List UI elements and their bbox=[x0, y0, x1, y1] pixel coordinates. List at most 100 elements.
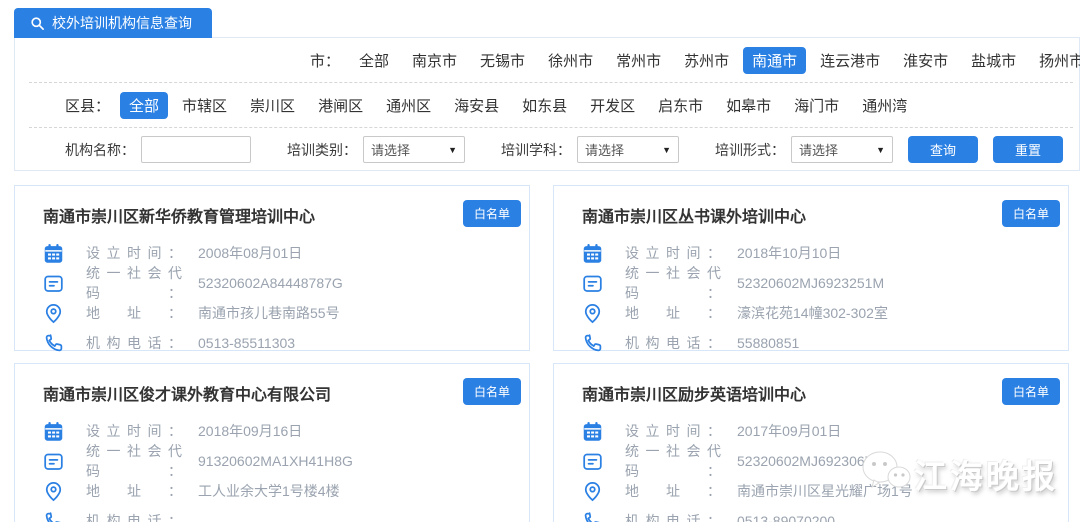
field-label: 地址： bbox=[625, 305, 721, 321]
city-label: 市： bbox=[310, 52, 341, 70]
address-field: 地址： 工人业余大学1号楼4楼 bbox=[43, 476, 521, 506]
district-option[interactable]: 通州湾 bbox=[853, 92, 916, 119]
calendar-icon bbox=[582, 243, 603, 264]
code-field: 统一社会代码： 91320602MA1XH41H8G bbox=[43, 443, 521, 479]
calendar-icon bbox=[582, 421, 603, 442]
institution-name-input[interactable] bbox=[141, 136, 251, 163]
address-value: 工人业余大学1号楼4楼 bbox=[198, 483, 340, 499]
phone-field: 机构电话： bbox=[43, 506, 521, 522]
phone-value: 0513-89070200 bbox=[737, 513, 836, 522]
institution-card: 南通市崇川区新华侨教育管理培训中心 白名单 设立时间： 2008年08月01日 … bbox=[14, 185, 530, 351]
field-label: 设立时间： bbox=[86, 245, 182, 261]
phone-field: 机构电话： 55880851 bbox=[582, 328, 1060, 358]
district-option[interactable]: 如东县 bbox=[513, 92, 576, 119]
district-option[interactable]: 崇川区 bbox=[241, 92, 304, 119]
id-card-icon bbox=[582, 451, 603, 472]
district-label: 区县： bbox=[65, 97, 111, 115]
whitelist-badge: 白名单 bbox=[462, 200, 521, 227]
code-field: 统一社会代码： 52320602MJ6923251M bbox=[582, 265, 1060, 301]
search-icon bbox=[30, 16, 45, 31]
city-option[interactable]: 连云港市 bbox=[811, 47, 889, 74]
phone-field: 机构电话： 0513-89070200 bbox=[582, 506, 1060, 522]
field-label: 设立时间： bbox=[625, 245, 721, 261]
reset-button[interactable]: 重置 bbox=[993, 136, 1063, 163]
mode-select[interactable]: 请选择 ▼ bbox=[791, 136, 893, 163]
field-label: 地址： bbox=[86, 305, 182, 321]
code-field: 统一社会代码： 52320602A84448787G bbox=[43, 265, 521, 301]
caret-down-icon: ▼ bbox=[662, 144, 671, 155]
subject-group: 培训学科： 请选择 ▼ bbox=[501, 136, 679, 163]
subject-label: 培训学科： bbox=[501, 141, 571, 158]
field-label: 机构电话： bbox=[625, 513, 721, 522]
field-label: 设立时间： bbox=[625, 423, 721, 439]
category-label: 培训类别： bbox=[287, 141, 357, 158]
city-option[interactable]: 常州市 bbox=[607, 47, 670, 74]
institution-title: 南通市崇川区丛书课外培训中心 bbox=[582, 209, 807, 226]
city-option[interactable]: 淮安市 bbox=[894, 47, 957, 74]
field-label: 统一社会代码： bbox=[625, 265, 721, 301]
address-field: 地址： 南通市孩儿巷南路55号 bbox=[43, 298, 521, 328]
results-grid: 南通市崇川区新华侨教育管理培训中心 白名单 设立时间： 2008年08月01日 … bbox=[14, 185, 1069, 522]
address-field: 地址： 南通市崇川区星光耀广场1号 bbox=[582, 476, 1060, 506]
city-option-selected[interactable]: 南通市 bbox=[743, 46, 807, 74]
caret-down-icon: ▼ bbox=[448, 144, 457, 155]
whitelist-badge: 白名单 bbox=[1001, 378, 1060, 405]
city-option[interactable]: 无锡市 bbox=[471, 47, 534, 74]
location-pin-icon bbox=[582, 481, 603, 502]
institution-card: 南通市崇川区俊才课外教育中心有限公司 白名单 设立时间： 2018年09月16日… bbox=[14, 363, 530, 522]
id-card-icon bbox=[582, 273, 603, 294]
city-option[interactable]: 徐州市 bbox=[539, 47, 602, 74]
whitelist-badge: 白名单 bbox=[462, 378, 521, 405]
district-option[interactable]: 如皋市 bbox=[717, 92, 780, 119]
city-option[interactable]: 南京市 bbox=[403, 47, 466, 74]
subject-selected-value: 请选择 bbox=[585, 143, 625, 158]
whitelist-badge: 白名单 bbox=[1001, 200, 1060, 227]
page: 校外培训机构信息查询 市： 全部 南京市 无锡市 徐州市 常州市 苏州市 南通市… bbox=[0, 0, 1080, 522]
field-label: 机构电话： bbox=[625, 335, 721, 351]
address-value: 南通市崇川区星光耀广场1号 bbox=[737, 483, 913, 499]
query-button[interactable]: 查询 bbox=[908, 136, 978, 163]
institution-name-group: 机构名称： bbox=[65, 136, 251, 163]
location-pin-icon bbox=[43, 481, 64, 502]
city-filter-row: 市： 全部 南京市 无锡市 徐州市 常州市 苏州市 南通市 连云港市 淮安市 盐… bbox=[15, 38, 1080, 82]
phone-icon bbox=[582, 333, 603, 354]
city-option[interactable]: 盐城市 bbox=[962, 47, 1025, 74]
search-form-row: 机构名称： 培训类别： 请选择 ▼ 培训学科： 请选择 ▼ 培训形式： 请选择 … bbox=[15, 128, 1079, 171]
location-pin-icon bbox=[43, 303, 64, 324]
address-value: 濠滨花苑14幢302-302室 bbox=[737, 305, 888, 321]
tab-title: 校外培训机构信息查询 bbox=[52, 15, 192, 31]
caret-down-icon: ▼ bbox=[876, 144, 885, 155]
field-label: 统一社会代码： bbox=[86, 443, 182, 479]
district-option[interactable]: 启东市 bbox=[649, 92, 712, 119]
city-option[interactable]: 全部 bbox=[350, 47, 398, 74]
district-option[interactable]: 海门市 bbox=[785, 92, 848, 119]
district-option[interactable]: 港闸区 bbox=[309, 92, 372, 119]
address-field: 地址： 濠滨花苑14幢302-302室 bbox=[582, 298, 1060, 328]
phone-icon bbox=[582, 511, 603, 522]
subject-select[interactable]: 请选择 ▼ bbox=[577, 136, 679, 163]
field-label: 机构电话： bbox=[86, 513, 182, 522]
city-option[interactable]: 扬州市 bbox=[1030, 47, 1080, 74]
district-filter-row: 区县： 全部 市辖区 崇川区 港闸区 通州区 海安县 如东县 开发区 启东市 如… bbox=[15, 83, 1079, 127]
mode-label: 培训形式： bbox=[715, 141, 785, 158]
institution-title: 南通市崇川区励步英语培训中心 bbox=[582, 387, 807, 404]
city-option[interactable]: 苏州市 bbox=[675, 47, 738, 74]
institution-title: 南通市崇川区新华侨教育管理培训中心 bbox=[43, 209, 316, 226]
mode-group: 培训形式： 请选择 ▼ bbox=[715, 136, 893, 163]
established-value: 2018年10月10日 bbox=[737, 245, 842, 261]
district-option[interactable]: 市辖区 bbox=[173, 92, 236, 119]
category-group: 培训类别： 请选择 ▼ bbox=[287, 136, 465, 163]
field-label: 地址： bbox=[625, 483, 721, 499]
field-label: 统一社会代码： bbox=[86, 265, 182, 301]
phone-icon bbox=[43, 333, 64, 354]
district-option[interactable]: 开发区 bbox=[581, 92, 644, 119]
established-value: 2017年09月01日 bbox=[737, 423, 842, 439]
district-option[interactable]: 海安县 bbox=[445, 92, 508, 119]
tab-institution-query[interactable]: 校外培训机构信息查询 bbox=[14, 8, 212, 38]
district-option-selected[interactable]: 全部 bbox=[120, 91, 169, 119]
district-option[interactable]: 通州区 bbox=[377, 92, 440, 119]
field-label: 地址： bbox=[86, 483, 182, 499]
field-label: 设立时间： bbox=[86, 423, 182, 439]
category-select[interactable]: 请选择 ▼ bbox=[363, 136, 465, 163]
phone-field: 机构电话： 0513-85511303 bbox=[43, 328, 521, 358]
